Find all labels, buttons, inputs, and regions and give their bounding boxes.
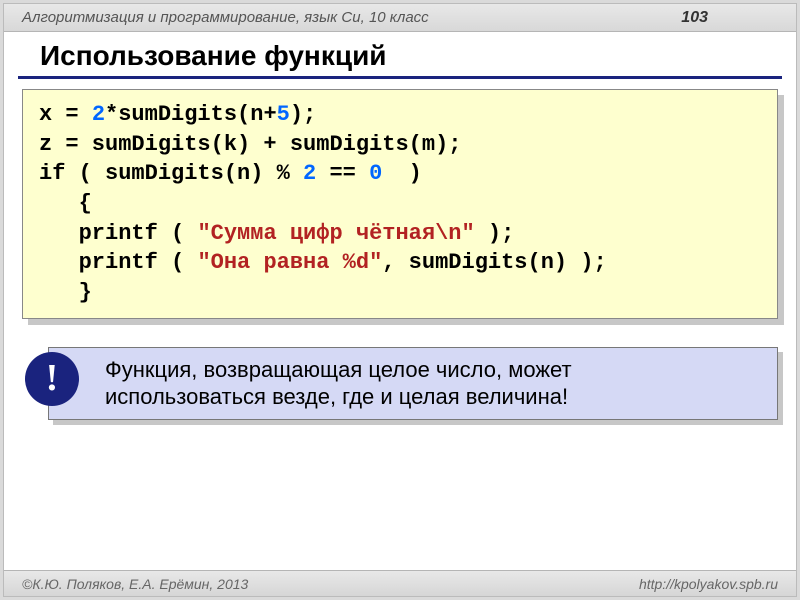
code-text: { [39,191,92,216]
authors-label: ©К.Ю. Поляков, Е.А. Ерёмин, 2013 [22,576,248,592]
code-wrap: x = 2*sumDigits(n+5); z = sumDigits(k) +… [22,89,778,319]
callout-box: ! Функция, возвращающая целое число, мож… [48,347,778,420]
code-string: "Сумма цифр чётная\n" [197,221,474,246]
code-text: ) [382,161,422,186]
callout-line: использоваться везде, где и целая величи… [105,383,761,411]
authors-text: К.Ю. Поляков, Е.А. Ерёмин, 2013 [32,576,248,592]
header-bar: Алгоритмизация и программирование, язык … [4,4,796,32]
callout: ! Функция, возвращающая целое число, мож… [48,347,778,420]
code-text: ); [290,102,316,127]
code-text: , sumDigits(n) ); [382,250,606,275]
course-label: Алгоритмизация и программирование, язык … [22,9,429,26]
code-string: "Она равна %d" [197,250,382,275]
code-text: } [39,280,92,305]
code-text: z = sumDigits(k) + sumDigits(m); [39,132,461,157]
code-number: 2 [92,102,105,127]
slide: Алгоритмизация и программирование, язык … [3,3,797,597]
code-number: 0 [369,161,382,186]
exclamation-icon: ! [25,352,79,406]
code-text: printf ( [39,221,197,246]
code-number: 5 [277,102,290,127]
code-text: x = [39,102,92,127]
code-text: == [316,161,369,186]
callout-line: Функция, возвращающая целое число, может [105,356,761,384]
code-block: x = 2*sumDigits(n+5); z = sumDigits(k) +… [22,89,778,319]
code-text: printf ( [39,250,197,275]
footer-bar: ©К.Ю. Поляков, Е.А. Ерёмин, 2013 http://… [4,570,796,596]
footer-url: http://kpolyakov.spb.ru [639,576,778,592]
slide-title: Использование функций [18,32,782,79]
page-number: 103 [681,9,708,27]
code-text: if ( sumDigits(n) % [39,161,303,186]
code-text: *sumDigits(n+ [105,102,277,127]
code-text: ); [475,221,515,246]
code-number: 2 [303,161,316,186]
